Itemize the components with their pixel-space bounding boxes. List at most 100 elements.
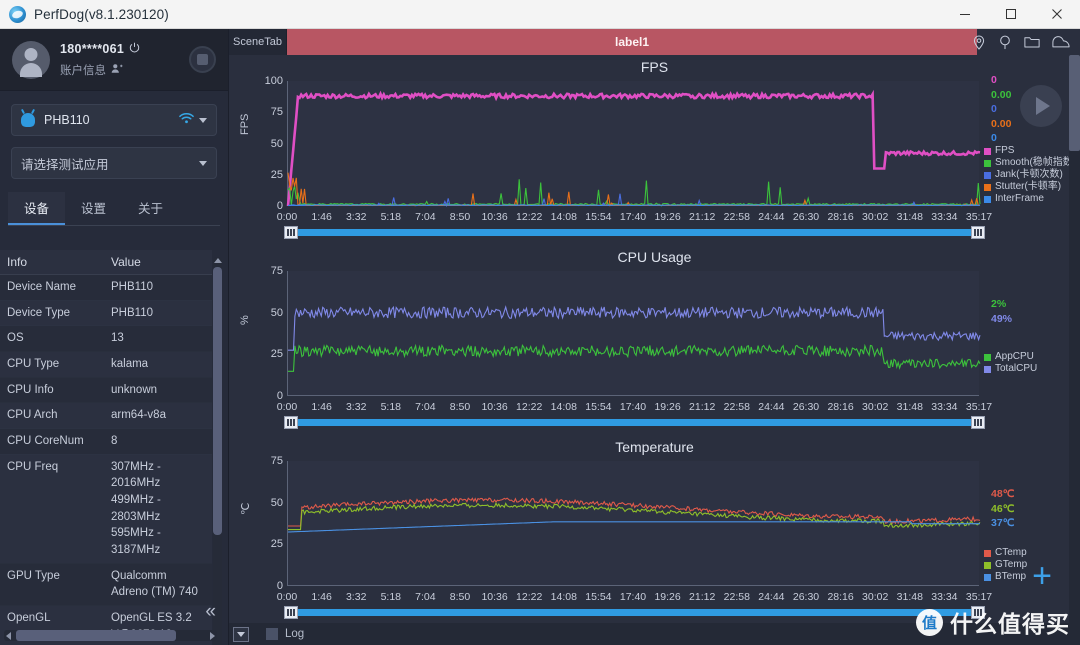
collapse-left-icon[interactable]: « — [205, 602, 216, 621]
log-toggle[interactable] — [266, 628, 278, 640]
chart-cpu-usage: CPU Usage% 0 25 50 75 0:00 1:46 3:32 5:18 7:04 8:5… — [229, 245, 1080, 435]
stop-record-icon[interactable] — [189, 46, 216, 73]
cloud-icon[interactable] — [1052, 35, 1070, 49]
tab-settings[interactable]: 设置 — [65, 192, 122, 225]
series-group — [287, 497, 981, 533]
x-tick-label: 12:22 — [516, 211, 543, 223]
user-add-icon[interactable] — [111, 61, 123, 79]
x-tick-label: 30:02 — [862, 591, 889, 603]
legend-item[interactable]: AppCPU — [984, 351, 1037, 363]
x-tick-label: 28:16 — [827, 401, 854, 413]
scene-toolbar — [972, 29, 1076, 55]
location-pin-icon[interactable] — [972, 35, 986, 50]
x-tick-label: 21:12 — [689, 591, 716, 603]
legend-item[interactable]: TotalCPU — [984, 363, 1037, 375]
slider-track[interactable] — [287, 609, 982, 616]
series-current-value: 37℃ — [991, 517, 1015, 529]
table-cell-value: PHB110 — [104, 274, 212, 301]
legend-item[interactable]: GTemp — [984, 559, 1027, 571]
add-chart-button[interactable]: + — [1032, 559, 1052, 593]
y-tick-label: 50 — [270, 496, 283, 509]
scroll-up-icon[interactable] — [214, 258, 222, 263]
chart-fps: FPS FPS 0 25 50 75 100 0:00 1:46 3:32 5:18 7:04 8:50… — [229, 55, 1080, 245]
main-scroll-thumb[interactable] — [1069, 55, 1080, 151]
scroll-thumb[interactable] — [213, 267, 222, 535]
y-tick-label: 50 — [270, 306, 283, 319]
sidebar-horizontal-scrollbar[interactable] — [4, 630, 217, 641]
legend-item[interactable]: Stutter(卡顿率) — [984, 181, 1076, 193]
log-label: Log — [285, 628, 305, 640]
maximize-button[interactable] — [988, 0, 1034, 29]
legend-item[interactable]: CTemp — [984, 547, 1027, 559]
scroll-thumb-horizontal[interactable] — [16, 630, 176, 641]
legend-swatch — [984, 365, 991, 373]
legend-item[interactable]: FPS — [984, 145, 1076, 157]
legend-item[interactable]: InterFrame — [984, 193, 1076, 205]
app-selector[interactable]: 请选择测试应用 — [11, 147, 217, 179]
y-tick-label: 75 — [270, 265, 283, 277]
table-row: CPU Type kalama — [0, 351, 212, 378]
series-group — [286, 89, 981, 208]
scene-label1[interactable]: label1 — [287, 29, 977, 55]
x-tick-label: 1:46 — [311, 211, 332, 223]
sidebar-vertical-scrollbar[interactable] — [213, 257, 222, 645]
log-dropdown-button[interactable] — [233, 626, 249, 642]
table-row: Device Name PHB110 — [0, 274, 212, 301]
legend-item[interactable]: BTemp — [984, 571, 1027, 583]
table-cell-value: Qualcomm Adreno (TM) 740 — [104, 563, 212, 607]
y-tick-label: 25 — [270, 538, 283, 551]
chevron-down-icon[interactable] — [199, 117, 207, 123]
table-row: Device Type PHB110 — [0, 300, 212, 327]
scroll-right-icon[interactable] — [210, 632, 215, 640]
slider-handle-right[interactable] — [971, 416, 985, 429]
slider-handle-left[interactable] — [284, 226, 298, 239]
slider-track[interactable] — [287, 229, 982, 236]
slider-handle-left[interactable] — [284, 416, 298, 429]
legend-item[interactable]: Smooth(稳帧指数) — [984, 157, 1076, 169]
main-vertical-scrollbar[interactable] — [1069, 55, 1080, 645]
y-tick-label: 50 — [270, 137, 283, 150]
series-readout: 48℃ 46℃ 37℃ — [991, 487, 1014, 531]
table-cell-key: CPU Freq — [0, 454, 104, 564]
chart-legend: FPS Smooth(稳帧指数) Jank(卡顿次数) Stutter(卡顿率) Int… — [984, 145, 1076, 205]
time-range-slider[interactable] — [284, 226, 985, 239]
x-tick-label: 19:26 — [654, 401, 681, 413]
table-row: CPU Arch arm64-v8a — [0, 402, 212, 430]
legend-swatch — [984, 573, 991, 581]
legend-swatch — [984, 171, 991, 179]
x-tick-label: 17:40 — [619, 591, 647, 603]
folder-icon[interactable] — [1024, 35, 1040, 49]
series-line — [288, 305, 981, 351]
tab-device[interactable]: 设备 — [8, 192, 66, 225]
table-cell-key: GPU Type — [0, 563, 104, 607]
chevron-down-icon — [237, 631, 245, 637]
legend-label: FPS — [995, 145, 1015, 156]
slider-track[interactable] — [287, 419, 982, 426]
series-current-value: 48℃ — [991, 488, 1015, 500]
tab-about[interactable]: 关于 — [122, 192, 179, 225]
slider-handle-left[interactable] — [284, 606, 298, 619]
x-tick-label: 17:40 — [619, 211, 647, 223]
time-range-slider[interactable] — [284, 416, 985, 429]
scroll-left-icon[interactable] — [6, 632, 11, 640]
chart-legend: AppCPU TotalCPU — [984, 351, 1037, 375]
scene-tab[interactable]: SceneTab — [229, 29, 287, 55]
series-current-value: 0 — [991, 103, 997, 115]
x-tick-label: 33:34 — [931, 591, 958, 603]
power-icon[interactable] — [129, 40, 140, 58]
x-tick-label: 3:32 — [345, 591, 367, 603]
legend-item[interactable]: Jank(卡顿次数) — [984, 169, 1076, 181]
device-selector[interactable]: PHB110 — [11, 104, 217, 136]
time-range-slider[interactable] — [284, 606, 985, 619]
table-row: GPU Type Qualcomm Adreno (TM) 740 — [0, 563, 212, 607]
x-tick-label: 28:16 — [827, 211, 854, 223]
slider-handle-right[interactable] — [971, 226, 985, 239]
minimize-button[interactable] — [942, 0, 988, 29]
marker-icon[interactable] — [998, 35, 1012, 50]
y-axis-label: % — [239, 315, 251, 325]
device-info-table-wrapper: Info Value Device Name PHB110 Device Type P… — [0, 250, 229, 645]
account-info-label[interactable]: 账户信息 — [60, 62, 106, 78]
chevron-down-icon[interactable] — [199, 160, 207, 166]
close-button[interactable] — [1034, 0, 1080, 29]
play-button[interactable] — [1020, 85, 1062, 127]
